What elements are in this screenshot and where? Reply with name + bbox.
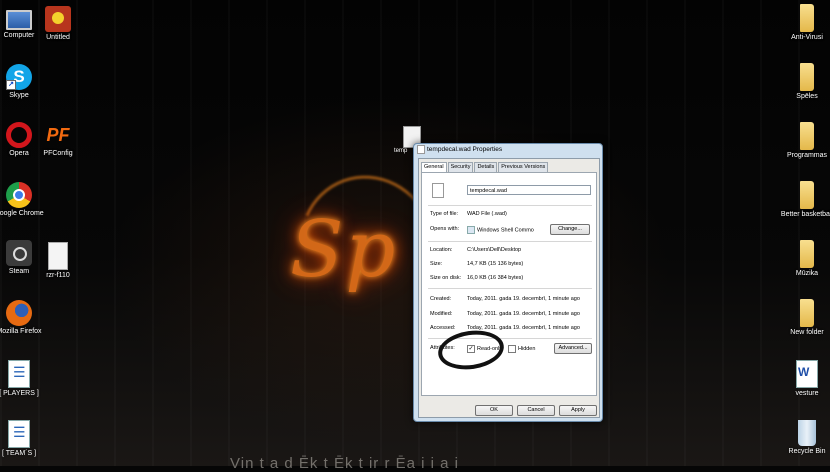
file-icon (48, 242, 68, 270)
desktop-icon-pfconfig[interactable]: PF PFConfig (31, 122, 85, 158)
size-on-disk-value: 16,0 KB (16 384 bytes) (467, 275, 524, 281)
created-value: Today, 2011. gada 19. decembrī, 1 minute… (467, 296, 580, 302)
divider (428, 205, 592, 206)
accessed-label: Accessed: (430, 325, 456, 331)
created-label: Created: (430, 296, 452, 302)
filename-field[interactable]: tempdecal.wad (467, 185, 591, 195)
document-icon (8, 420, 30, 448)
size-label: Size: (430, 261, 443, 267)
dialog-titlebar[interactable]: tempdecal.wad Properties (414, 144, 602, 156)
skype-icon: S ↗ (6, 64, 32, 90)
desktop-icon-rzr[interactable]: rzr-f110 (31, 242, 85, 280)
tab-previous-versions[interactable]: Previous Versions (498, 162, 549, 172)
desktop-icon-players[interactable]: [ PLAYERS ] (0, 360, 46, 398)
desktop-icon-label: vesture (795, 390, 819, 397)
desktop-icon-label: [ TEAM´S ] (1, 450, 37, 457)
desktop-icon-skype[interactable]: S ↗ Skype (0, 64, 46, 100)
opens-with-app: Windows Shell Commo (477, 227, 534, 234)
advanced-button[interactable]: Advanced... (554, 343, 592, 354)
folder-icon (800, 181, 814, 209)
desktop-icon-label: Better basketball (780, 211, 830, 218)
pfconfig-icon: PF (46, 125, 70, 145)
desktop-icon-label: Programmas (786, 152, 828, 159)
desktop-icon-vesture[interactable]: vesture (780, 360, 830, 398)
folder-icon (800, 122, 814, 150)
hidden-checkbox[interactable] (508, 345, 516, 353)
desktop-icon-label: New folder (790, 329, 824, 336)
desktop-icon-label: [ PLAYERS ] (0, 390, 39, 397)
folder-icon (800, 299, 814, 327)
file-type-icon (432, 183, 444, 198)
type-label: Type of file: (430, 211, 459, 217)
desktop-icon-recycle-bin[interactable]: Recycle Bin (780, 420, 830, 456)
size-value: 14,7 KB (15 136 bytes) (467, 261, 524, 267)
firefox-icon (6, 300, 32, 326)
location-label: Location: (430, 247, 453, 253)
document-icon (8, 360, 30, 388)
apply-button[interactable]: Apply (559, 405, 597, 416)
desktop-icon-label: Skype (9, 92, 29, 99)
type-value: WAD File (.wad) (467, 211, 507, 217)
file-icon (417, 144, 425, 154)
modified-label: Modified: (430, 311, 453, 317)
dialog-title: tempdecal.wad Properties (427, 146, 503, 153)
desktop-icon-label: Google Chrome (0, 210, 44, 217)
desktop-icon-untitled[interactable]: Untitled (31, 6, 85, 42)
cancel-button[interactable]: Cancel (517, 405, 555, 416)
desktop-icon-label: Recycle Bin (788, 448, 826, 455)
divider (428, 288, 592, 289)
desktop-icon-label: Untitled (46, 34, 70, 41)
tab-details[interactable]: Details (474, 162, 498, 172)
desktop-icon-anti-virusi[interactable]: Anti-Virusi (780, 4, 830, 42)
desktop-icon-new-folder[interactable]: New folder (780, 299, 830, 337)
folder-icon (800, 63, 814, 91)
recycle-bin-icon (798, 420, 816, 446)
modified-value: Today, 2011. gada 19. decembrī, 1 minute… (467, 311, 580, 317)
tab-security[interactable]: Security (447, 162, 474, 172)
computer-icon (6, 10, 32, 30)
desktop-icon-label: Spēles (796, 93, 818, 100)
ok-button[interactable]: OK (475, 405, 513, 416)
word-document-icon (796, 360, 818, 388)
size-on-disk-label: Size on disk: (430, 275, 462, 281)
desktop-icon-programmas[interactable]: Programmas (780, 122, 830, 160)
shortcut-arrow-icon: ↗ (6, 80, 16, 90)
desktop-icon-label: Anti-Virusi (791, 34, 823, 41)
opera-icon (6, 122, 32, 148)
properties-dialog: tempdecal.wad Properties General Securit… (413, 143, 603, 422)
app-icon (467, 226, 475, 234)
location-value: C:\Users\Dell\Desktop (467, 247, 522, 253)
opens-with-label: Opens with: (430, 226, 460, 232)
dialog-client: General Security Details Previous Versio… (418, 158, 600, 418)
desktop-icon-speles[interactable]: Spēles (780, 63, 830, 101)
image-icon (45, 6, 71, 32)
folder-icon (800, 4, 814, 32)
desktop-icon-label: PFConfig (43, 150, 73, 157)
desktop-icon-team[interactable]: [ TEAM´S ] (0, 420, 46, 458)
desktop-icon-label: Mūzika (795, 270, 819, 277)
divider (428, 241, 592, 242)
wallpaper-fire-text: Sp (290, 205, 398, 295)
change-button[interactable]: Change... (550, 224, 590, 235)
desktop-icon-better-basketball[interactable]: Better basketball (780, 181, 830, 219)
chrome-icon (6, 182, 32, 208)
desktop-icon-label: rzr-f110 (46, 272, 70, 279)
desktop-icon-chrome[interactable]: Google Chrome (0, 182, 46, 218)
hidden-label: Hidden (518, 346, 536, 352)
desktop-icon-label: Mozilla Firefox (0, 328, 42, 335)
opens-with-value: Windows Shell Commo (467, 226, 534, 234)
desktop-icon-muzika[interactable]: Mūzika (780, 240, 830, 278)
tab-strip: General Security Details Previous Versio… (421, 162, 549, 173)
desktop-icon-firefox[interactable]: Mozilla Firefox (0, 300, 46, 336)
folder-icon (800, 240, 814, 268)
wallpaper-bottom-text: Vin t a d Ēk t Ēk t ir r Ēa i i a i (230, 455, 459, 472)
steam-icon (6, 240, 32, 266)
